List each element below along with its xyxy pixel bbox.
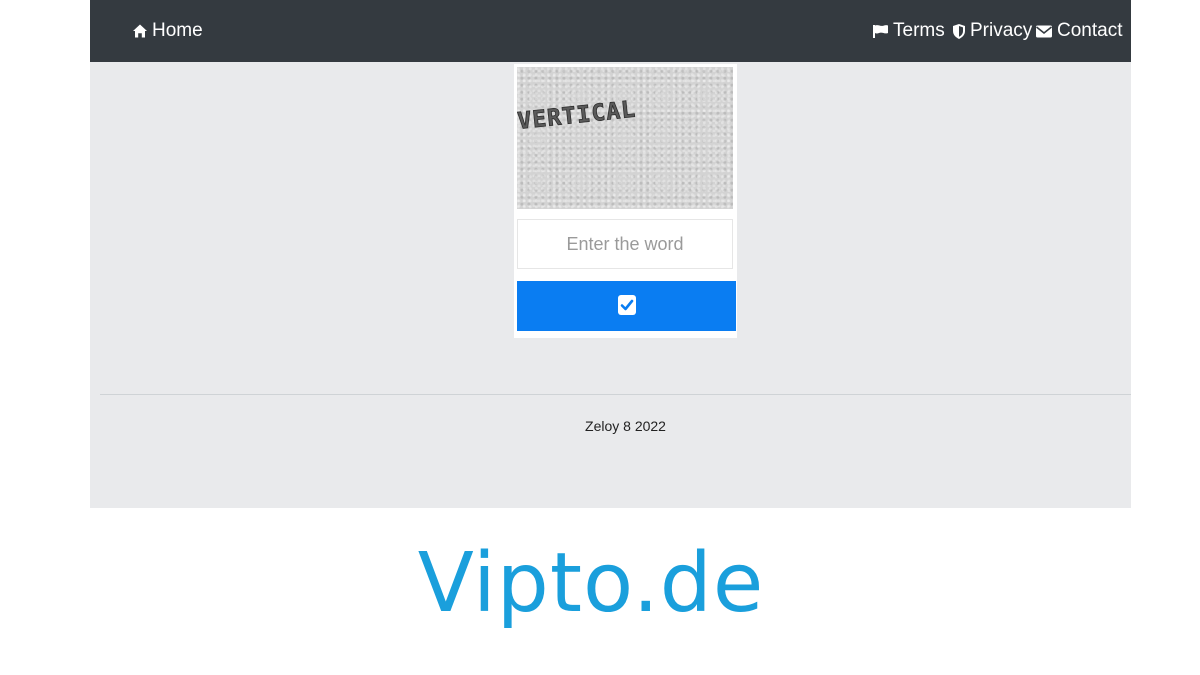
site-container: Home Terms Privacy Contact VERTICAL Ente… <box>90 0 1131 508</box>
captcha-submit-button[interactable] <box>517 281 736 331</box>
nav-link-contact[interactable]: Contact <box>1035 0 1122 62</box>
flag-icon <box>872 23 889 39</box>
checkbox-checked-icon <box>617 294 637 319</box>
envelope-icon <box>1035 24 1053 39</box>
watermark-logo: Vipto.de <box>417 536 765 631</box>
nav-privacy-label: Privacy <box>970 20 1033 41</box>
nav-link-home[interactable]: Home <box>132 0 203 62</box>
captcha-card: VERTICAL <box>514 64 737 338</box>
footer-divider <box>100 394 1131 395</box>
nav-terms-label: Terms <box>893 20 945 41</box>
navbar: Home Terms Privacy Contact <box>90 0 1131 62</box>
nav-contact-label: Contact <box>1057 20 1123 41</box>
home-icon <box>132 23 148 39</box>
captcha-word-input[interactable] <box>517 219 733 269</box>
shield-icon <box>952 23 966 40</box>
footer-text: Zeloy 8 2022 <box>585 418 666 434</box>
nav-link-terms[interactable]: Terms <box>872 0 945 62</box>
captcha-word: VERTICAL <box>517 97 637 135</box>
nav-home-label: Home <box>152 20 203 41</box>
captcha-image: VERTICAL <box>517 67 733 209</box>
nav-link-privacy[interactable]: Privacy <box>952 0 1032 62</box>
